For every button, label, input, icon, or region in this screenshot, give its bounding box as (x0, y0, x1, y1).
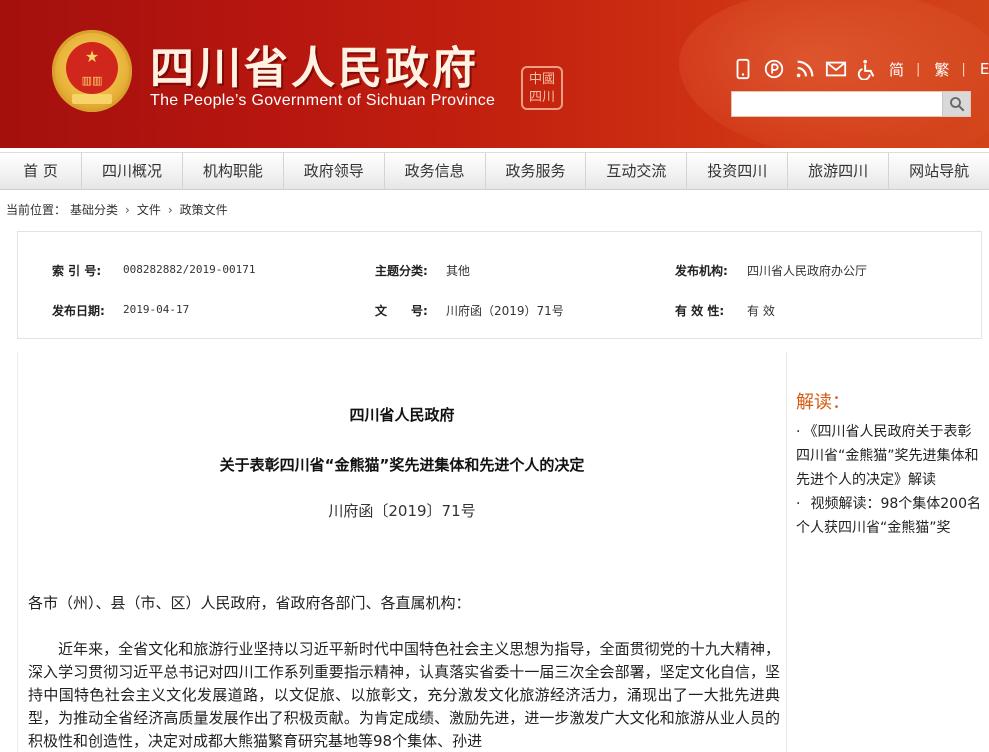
mobile-icon[interactable] (732, 58, 754, 80)
lang-english-link[interactable]: EN (980, 60, 989, 78)
lang-separator: | (961, 61, 966, 77)
nav-institutions[interactable]: 机构职能 (183, 153, 284, 189)
publisher-label: 发布机构: (675, 264, 728, 278)
mail-icon[interactable] (825, 58, 847, 80)
search-button[interactable] (942, 92, 970, 116)
emblem-center: ★ ▥▥ (66, 42, 118, 94)
header-toolbar: 简 | 繁 | EN (732, 56, 989, 82)
breadcrumb: 当前位置： 基础分类 › 文件 › 政策文件 (6, 201, 228, 218)
article-body: 四川省人民政府 关于表彰四川省“金熊猫”奖先进集体和先进个人的决定 川府函〔20… (17, 352, 785, 752)
china-sichuan-seal: 中國 四川 (521, 66, 563, 110)
body-paragraph: 近年来，全省文化和旅游行业坚持以习近平新时代中国特色社会主义思想为指导，全面贯彻… (28, 640, 780, 750)
interpretation-link-text-label: 《四川省人民政府关于表彰四川省“金熊猫”奖先进集体和先进个人的决定》解读 (796, 424, 979, 488)
index-number-label: 索 引 号: (52, 264, 102, 278)
publish-date-value: 2019-04-17 (123, 303, 190, 316)
validity-value: 有 效 (747, 304, 775, 318)
breadcrumb-separator: › (125, 202, 130, 217)
bullet: · (796, 496, 801, 512)
document-number: 川府函〔2019〕71号 (328, 502, 476, 520)
meta-row-1: 索 引 号: 008282882/2019-00171 主题分类: 其他 发布机… (18, 262, 981, 282)
main-nav: 首 页 四川概况 机构职能 政府领导 政务信息 政务服务 互动交流 投资四川 旅… (0, 152, 989, 190)
index-number-value: 008282882/2019-00171 (123, 263, 256, 276)
nav-interaction[interactable]: 互动交流 (586, 153, 688, 189)
topic-category-value: 其他 (446, 264, 471, 278)
lang-traditional-link[interactable]: 繁 (934, 59, 949, 80)
accessibility-icon[interactable] (856, 58, 878, 80)
nav-government-info[interactable]: 政务信息 (385, 153, 486, 189)
nav-travel-sichuan[interactable]: 旅游四川 (788, 153, 890, 189)
breadcrumb-label: 当前位置： (6, 203, 67, 217)
site-title[interactable]: 四川省人民政府 (150, 32, 479, 96)
document-title: 关于表彰四川省“金熊猫”奖先进集体和先进个人的决定 (219, 456, 585, 474)
interpretation-link-text[interactable]: · 《四川省人民政府关于表彰四川省“金熊猫”奖先进集体和先进个人的决定》解读 (796, 420, 982, 492)
breadcrumb-item-policy-documents[interactable]: 政策文件 (180, 201, 228, 218)
interpretation-sidebar: 解读： · 《四川省人民政府关于表彰四川省“金熊猫”奖先进集体和先进个人的决定》解… (786, 352, 989, 752)
interpretation-link-video[interactable]: · 视频解读：98个集体200名个人获四川省“金熊猫”奖 (796, 492, 982, 540)
lang-simplified-link[interactable]: 简 (889, 59, 904, 80)
document-number-value: 川府函（2019）71号 (446, 304, 564, 318)
nav-government-leaders[interactable]: 政府领导 (284, 153, 385, 189)
document-number-label: 文 号: (375, 304, 428, 318)
bullet: · (796, 424, 801, 440)
rss-icon[interactable] (794, 58, 816, 80)
topic-category-label: 主题分类: (375, 264, 428, 278)
nav-sichuan-overview[interactable]: 四川概况 (82, 153, 183, 189)
site-header: ★ ▥▥ 四川省人民政府 The People’s Government of S… (0, 0, 989, 148)
nav-home[interactable]: 首 页 (0, 153, 82, 189)
search-box (731, 91, 971, 117)
breadcrumb-item-basic-category[interactable]: 基础分类 (70, 201, 118, 218)
national-emblem-logo[interactable]: ★ ▥▥ (52, 30, 132, 112)
interpretation-list: · 《四川省人民政府关于表彰四川省“金熊猫”奖先进集体和先进个人的决定》解读 · 视… (796, 420, 982, 540)
interpretation-link-video-label: 视频解读：98个集体200名个人获四川省“金熊猫”奖 (796, 496, 981, 536)
meta-row-2: 发布日期: 2019-04-17 文 号: 川府函（2019）71号 有 效 性… (18, 302, 981, 322)
nav-invest-sichuan[interactable]: 投资四川 (687, 153, 789, 189)
publish-date-label: 发布日期: (52, 304, 105, 318)
validity-label: 有 效 性: (675, 304, 725, 318)
weibo-icon[interactable] (763, 58, 785, 80)
interpretation-title: 解读： (796, 392, 850, 413)
nav-site-navigation[interactable]: 网站导航 (889, 153, 989, 189)
site-subtitle: The People’s Government of Sichuan Provi… (150, 92, 496, 109)
breadcrumb-item-documents[interactable]: 文件 (137, 201, 161, 218)
lang-separator: | (916, 61, 921, 77)
search-icon (949, 97, 964, 112)
breadcrumb-separator: › (167, 202, 173, 217)
document-meta-box: 索 引 号: 008282882/2019-00171 主题分类: 其他 发布机… (17, 231, 982, 339)
emblem-base (72, 94, 112, 104)
publisher-value: 四川省人民政府办公厅 (747, 264, 868, 278)
nav-government-services[interactable]: 政务服务 (486, 153, 587, 189)
issuing-organization: 四川省人民政府 (349, 406, 455, 424)
search-input[interactable] (732, 92, 944, 116)
addressee-line: 各市（州）、县（市、区）人民政府，省政府各部门、各直属机构： (28, 594, 471, 612)
